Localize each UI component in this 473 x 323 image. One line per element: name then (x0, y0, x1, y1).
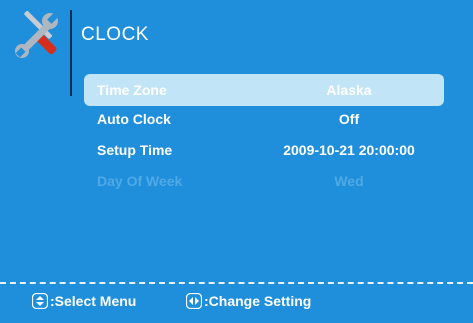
menu-item-value: Wed (334, 173, 364, 189)
change-setting-label: :Change Setting (204, 293, 312, 309)
menu-item-value: Off (338, 111, 360, 127)
menu-item-value: Alaska (326, 82, 372, 98)
menu-item-time-zone[interactable]: Time Zone Alaska (84, 74, 444, 106)
menu-item-value: 2009-10-21 20:00:00 (283, 142, 415, 158)
menu-item-label: Day Of Week (97, 173, 183, 189)
up-down-arrows-icon (32, 293, 48, 309)
menu-item-label: Time Zone (97, 82, 167, 98)
header-divider (70, 10, 72, 96)
menu-item-day-of-week: Day Of Week Wed (84, 165, 444, 197)
left-right-arrows-icon (186, 293, 202, 309)
menu-item-label: Setup Time (97, 142, 173, 158)
page-title: CLOCK (81, 24, 149, 45)
osd-screen: CLOCK Time Zone Alaska Auto Clock Off Se… (0, 0, 473, 323)
footer-divider (0, 282, 473, 284)
menu-item-label: Auto Clock (97, 111, 171, 127)
menu-item-setup-time[interactable]: Setup Time 2009-10-21 20:00:00 (84, 134, 444, 166)
select-menu-label: :Select Menu (50, 293, 137, 309)
settings-menu: Time Zone Alaska Auto Clock Off Setup Ti… (84, 74, 444, 202)
footer-hints: :Select Menu :Change Setting (0, 293, 473, 315)
menu-item-auto-clock[interactable]: Auto Clock Off (84, 103, 444, 135)
select-menu-hint: :Select Menu (32, 293, 136, 309)
tools-icon (6, 9, 64, 63)
change-setting-hint: :Change Setting (186, 293, 311, 309)
